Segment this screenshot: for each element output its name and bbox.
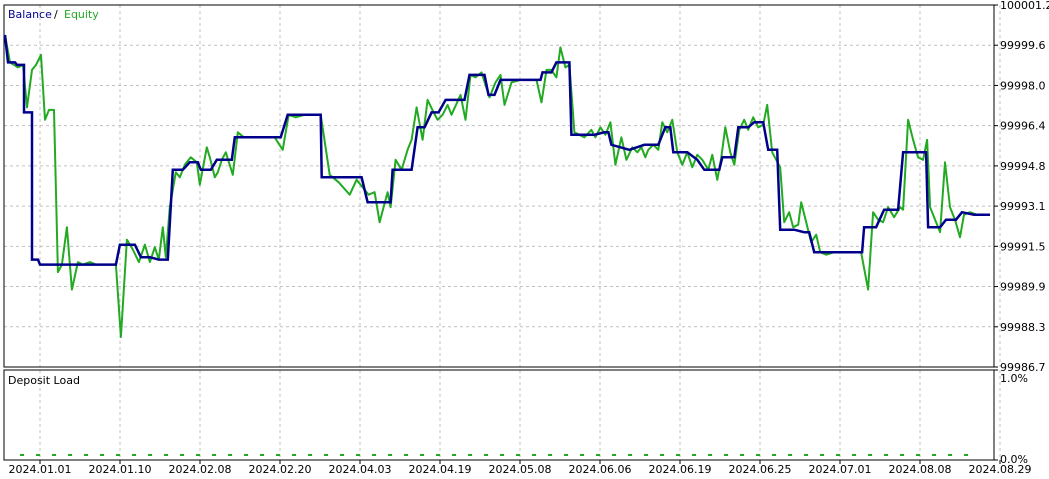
x-tick-label: 2024.04.03: [329, 463, 392, 476]
x-tick-label: 2024.06.19: [649, 463, 712, 476]
y-tick-label: 1.0%: [1000, 372, 1028, 385]
y-tick-label: 99989.9: [1000, 281, 1046, 294]
y-tick-label: 99993.1: [1000, 200, 1046, 213]
balance-equity-chart: 100001.2 99999.6 99998.0 99996.4 99994.8 9999…: [0, 0, 1049, 479]
y-tick-label: 99988.3: [1000, 321, 1046, 334]
x-tick-label: 2024.04.19: [409, 463, 472, 476]
x-tick-label: 2024.02.08: [169, 463, 232, 476]
y-tick-label: 99991.5: [1000, 240, 1046, 253]
x-tick-label: 2024.02.20: [249, 463, 312, 476]
x-tick-label: 2024.05.08: [489, 463, 552, 476]
x-tick-label: 2024.08.29: [969, 463, 1032, 476]
deposit-load-title: Deposit Load: [8, 374, 80, 387]
x-tick-label: 2024.06.25: [729, 463, 792, 476]
chart-background: [0, 0, 1049, 479]
chart-legend: Balance / Equity: [8, 8, 99, 21]
x-tick-label: 2024.08.08: [889, 463, 952, 476]
legend-balance: Balance: [8, 8, 52, 21]
x-tick-label: 2024.01.10: [89, 463, 152, 476]
legend-equity: Equity: [64, 8, 99, 21]
x-tick-label: 2024.06.06: [569, 463, 632, 476]
y-tick-label: 99998.0: [1000, 79, 1046, 92]
y-tick-label: 99994.8: [1000, 160, 1046, 173]
y-tick-label: 100001.2: [1000, 0, 1049, 12]
legend-separator: /: [54, 8, 58, 21]
x-tick-label: 2024.07.01: [809, 463, 872, 476]
y-tick-label: 99996.4: [1000, 120, 1046, 133]
x-tick-label: 2024.01.01: [9, 463, 72, 476]
y-tick-label: 99999.6: [1000, 39, 1046, 52]
